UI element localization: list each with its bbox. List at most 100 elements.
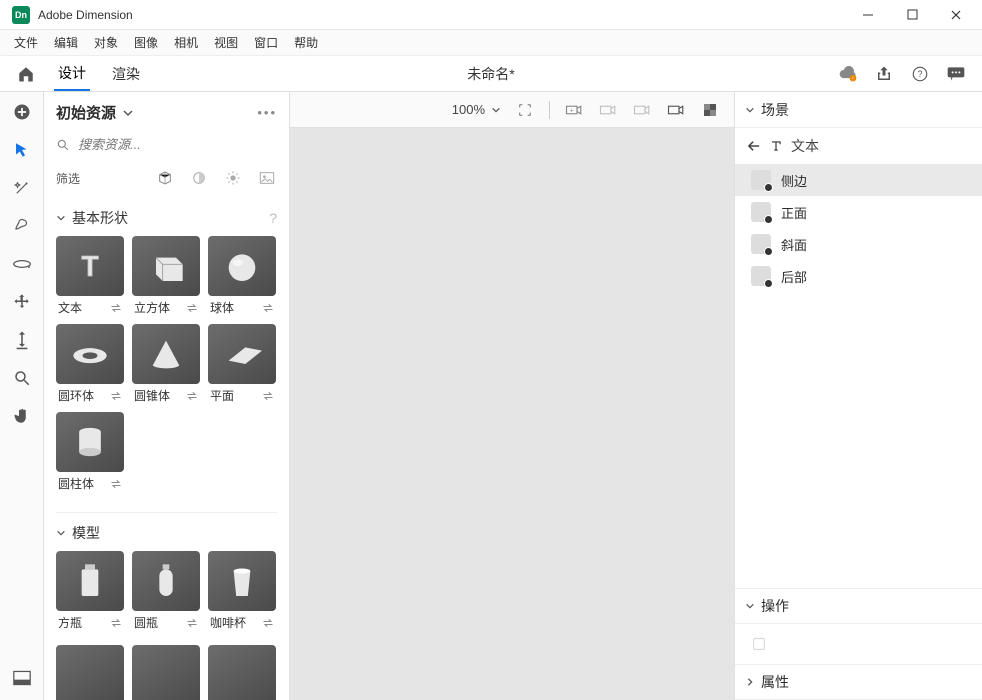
maximize-button[interactable]: [890, 1, 934, 29]
asset-card[interactable]: [132, 645, 200, 700]
scene-item[interactable]: 正面: [735, 196, 982, 228]
swap-icon[interactable]: [186, 303, 198, 313]
menu-object[interactable]: 对象: [88, 31, 124, 54]
breadcrumb-label: 文本: [791, 136, 819, 156]
asset-card[interactable]: 圆柱体: [56, 412, 124, 492]
dolly-tool[interactable]: [10, 328, 34, 352]
scene-item[interactable]: 斜面: [735, 228, 982, 260]
asset-card[interactable]: 圆锥体: [132, 324, 200, 404]
camera-bookmark-add-icon[interactable]: +: [564, 100, 584, 120]
scene-item-label: 后部: [781, 267, 807, 286]
assets-dropdown-icon[interactable]: [122, 107, 134, 119]
filter-lights-icon[interactable]: [223, 168, 243, 188]
section-basic-shapes[interactable]: 基本形状 ?: [56, 200, 277, 236]
asset-card[interactable]: [56, 645, 124, 700]
move-tool[interactable]: [10, 290, 34, 314]
asset-thumb: [56, 551, 124, 611]
action-placeholder-icon[interactable]: [749, 634, 769, 654]
cloud-sync-icon[interactable]: !: [838, 64, 858, 84]
right-panel: 场景 文本 侧边正面斜面后部 操作 属性: [734, 92, 982, 700]
hand-tool[interactable]: [10, 404, 34, 428]
add-tool[interactable]: [10, 100, 34, 124]
asset-card[interactable]: 平面: [208, 324, 276, 404]
swap-icon[interactable]: [110, 303, 122, 313]
swap-icon[interactable]: [262, 391, 274, 401]
magic-wand-tool[interactable]: [10, 176, 34, 200]
orbit-tool[interactable]: [10, 252, 34, 276]
asset-card[interactable]: 圆环体: [56, 324, 124, 404]
camera-next-icon[interactable]: [632, 100, 652, 120]
tab-render[interactable]: 渲染: [108, 58, 144, 90]
scene-breadcrumb[interactable]: 文本: [735, 128, 982, 164]
scene-item-label: 侧边: [781, 171, 807, 190]
asset-card[interactable]: 方瓶: [56, 551, 124, 631]
help-icon[interactable]: ?: [910, 64, 930, 84]
asset-card[interactable]: 立方体: [132, 236, 200, 316]
swap-icon[interactable]: [110, 391, 122, 401]
render-preview-icon[interactable]: [700, 100, 720, 120]
minimize-button[interactable]: [846, 1, 890, 29]
asset-card[interactable]: 咖啡杯: [208, 551, 276, 631]
home-icon[interactable]: [16, 64, 36, 84]
menu-camera[interactable]: 相机: [168, 31, 204, 54]
filter-models-icon[interactable]: [155, 168, 175, 188]
assets-more-icon[interactable]: •••: [257, 105, 277, 120]
frame-icon[interactable]: [515, 100, 535, 120]
asset-label: 圆柱体: [58, 475, 94, 492]
asset-card[interactable]: [208, 645, 276, 700]
swap-icon[interactable]: [110, 479, 122, 489]
assets-scroll[interactable]: 基本形状 ? T文本立方体球体圆环体圆锥体平面圆柱体 模型 方瓶圆瓶咖啡杯: [44, 198, 289, 700]
asset-thumb: [56, 324, 124, 384]
actions-panel-head[interactable]: 操作: [735, 588, 982, 624]
search-input[interactable]: [78, 137, 277, 152]
menu-help[interactable]: 帮助: [288, 31, 324, 54]
menubar: 文件 编辑 对象 图像 相机 视图 窗口 帮助: [0, 30, 982, 56]
swap-icon[interactable]: [262, 303, 274, 313]
menu-view[interactable]: 视图: [208, 31, 244, 54]
asset-card[interactable]: T文本: [56, 236, 124, 316]
asset-card[interactable]: 圆瓶: [132, 551, 200, 631]
section-basic-title: 基本形状: [72, 208, 128, 228]
share-icon[interactable]: [874, 64, 894, 84]
asset-thumb: T: [56, 236, 124, 296]
canvas-area: 100% +: [290, 92, 734, 700]
camera-prev-icon[interactable]: [598, 100, 618, 120]
select-tool[interactable]: [10, 138, 34, 162]
properties-panel-title: 属性: [761, 672, 789, 692]
menu-edit[interactable]: 编辑: [48, 31, 84, 54]
menu-file[interactable]: 文件: [8, 31, 44, 54]
back-arrow-icon[interactable]: [747, 140, 761, 152]
sampler-tool[interactable]: [10, 214, 34, 238]
menu-window[interactable]: 窗口: [248, 31, 284, 54]
scene-panel-head[interactable]: 场景: [735, 92, 982, 128]
grid-models-more: [56, 645, 277, 700]
filter-images-icon[interactable]: [257, 168, 277, 188]
menu-image[interactable]: 图像: [128, 31, 164, 54]
feedback-icon[interactable]: [946, 64, 966, 84]
canvas-viewport[interactable]: [290, 128, 734, 700]
filter-materials-icon[interactable]: [189, 168, 209, 188]
document-title: 未命名*: [144, 64, 838, 84]
swap-icon[interactable]: [110, 618, 122, 628]
section-models[interactable]: 模型: [56, 515, 277, 551]
section-help-icon[interactable]: ?: [269, 210, 277, 226]
close-button[interactable]: [934, 1, 978, 29]
scene-panel-title: 场景: [761, 100, 789, 120]
swap-icon[interactable]: [186, 618, 198, 628]
swap-icon[interactable]: [186, 391, 198, 401]
assets-title: 初始资源: [56, 102, 116, 123]
tool-rail: [0, 92, 44, 700]
properties-panel-head[interactable]: 属性: [735, 664, 982, 700]
secondary-bar: 设计 渲染 未命名* ! ?: [0, 56, 982, 92]
scene-item[interactable]: 侧边: [735, 164, 982, 196]
tab-design[interactable]: 设计: [54, 57, 90, 91]
asset-thumb: [208, 324, 276, 384]
zoom-control[interactable]: 100%: [452, 102, 501, 117]
swap-icon[interactable]: [262, 618, 274, 628]
layout-toggle[interactable]: [10, 666, 34, 690]
asset-card[interactable]: 球体: [208, 236, 276, 316]
scene-item[interactable]: 后部: [735, 260, 982, 292]
material-swatch-icon: [751, 170, 771, 190]
camera-home-icon[interactable]: [666, 100, 686, 120]
zoom-tool[interactable]: [10, 366, 34, 390]
